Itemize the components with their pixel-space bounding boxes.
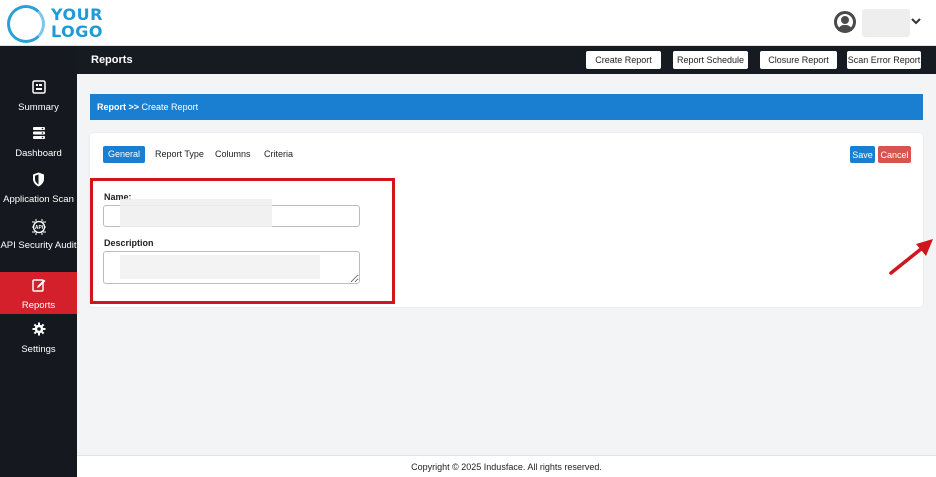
closure-report-button[interactable]: Closure Report [760, 51, 837, 69]
sidebar-item-dashboard[interactable]: Dashboard [0, 126, 77, 160]
sidebar-item-label: API Security Audit [0, 240, 77, 251]
sidebar-item-application-scan[interactable]: Application Scan [0, 172, 77, 206]
breadcrumb-root[interactable]: Report [97, 102, 126, 112]
sidebar-item-label: Summary [18, 102, 59, 113]
logo-line-2: LOGO [51, 22, 103, 41]
main-content: Report >> Create Report General Report T… [77, 74, 936, 455]
breadcrumb-current: Create Report [141, 102, 199, 112]
sidebar-item-reports[interactable]: Reports [0, 272, 77, 314]
save-button[interactable]: Save [850, 146, 875, 163]
page-title-bar: Reports Create Report Report Schedule Cl… [77, 46, 936, 74]
gear-icon [0, 322, 77, 340]
logo-circle-icon [7, 5, 45, 43]
sidebar-item-label: Settings [21, 344, 56, 355]
tab-criteria[interactable]: Criteria [259, 146, 298, 163]
sidebar-item-label: Application Scan [3, 194, 74, 205]
copyright-text: Copyright © 2025 Indusface. All rights r… [411, 462, 602, 472]
summary-icon [0, 80, 77, 98]
create-report-card: General Report Type Columns Criteria Sav… [90, 133, 923, 307]
breadcrumb: Report >> Create Report [90, 94, 923, 120]
svg-text:API: API [34, 225, 43, 231]
sidebar: Summary Dashboard Application Scan API A… [0, 46, 77, 477]
tab-report-type[interactable]: Report Type [150, 146, 209, 163]
annotation-highlight-box [90, 178, 395, 304]
scan-error-report-button[interactable]: Scan Error Report [847, 51, 921, 69]
api-chip-icon: API [0, 218, 77, 236]
page-title: Reports [91, 54, 133, 66]
dashboard-icon [0, 126, 77, 144]
top-header: YOUR LOGO [0, 0, 936, 46]
tab-general[interactable]: General [103, 146, 146, 163]
cancel-button[interactable]: Cancel [878, 146, 911, 163]
user-name-redacted[interactable] [862, 9, 910, 37]
company-logo[interactable]: YOUR LOGO [7, 4, 102, 44]
user-avatar-icon[interactable] [834, 11, 856, 33]
annotation-arrow-icon [889, 239, 933, 275]
shield-icon [0, 172, 77, 190]
breadcrumb-separator: >> [128, 102, 140, 112]
chevron-down-icon[interactable] [911, 14, 921, 28]
edit-icon [0, 278, 77, 296]
report-schedule-button[interactable]: Report Schedule [673, 51, 748, 69]
logo-text: YOUR LOGO [51, 6, 103, 40]
sidebar-item-label: Dashboard [15, 148, 62, 159]
sidebar-item-label: Reports [21, 300, 56, 311]
footer: Copyright © 2025 Indusface. All rights r… [77, 455, 936, 477]
sidebar-item-summary[interactable]: Summary [0, 80, 77, 114]
create-report-button[interactable]: Create Report [586, 51, 661, 69]
sidebar-item-settings[interactable]: Settings [0, 322, 77, 356]
tab-columns[interactable]: Columns [210, 146, 256, 163]
logo-line-1: YOUR [51, 5, 103, 24]
sidebar-item-api-security-audit[interactable]: API API Security Audit [0, 218, 77, 252]
